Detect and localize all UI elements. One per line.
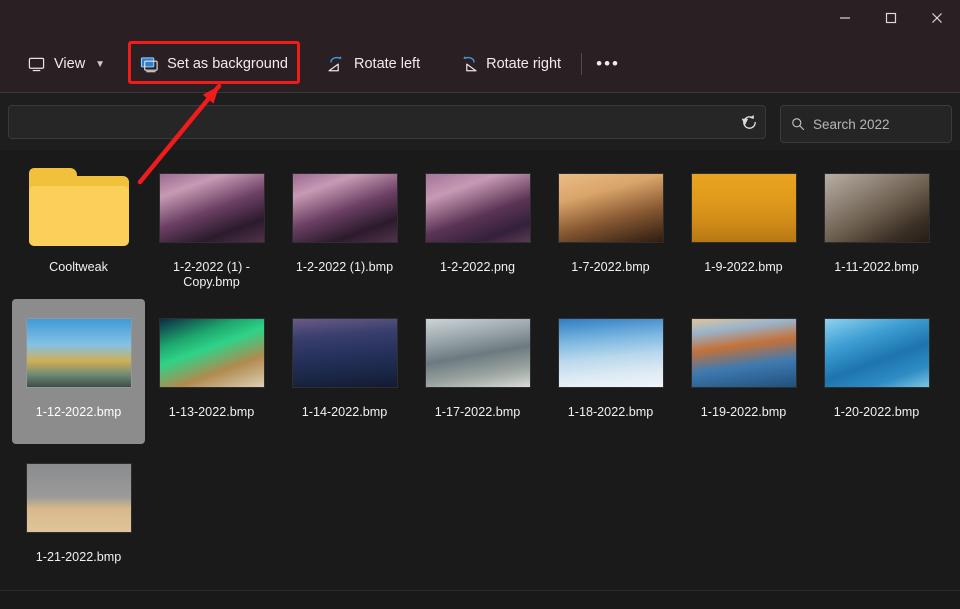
- thumbnail-wrapper: [27, 450, 131, 546]
- file-item[interactable]: 1-13-2022.bmp: [145, 299, 278, 444]
- file-item[interactable]: 1-18-2022.bmp: [544, 299, 677, 444]
- file-name-label: 1-11-2022.bmp: [814, 260, 940, 275]
- maximize-button[interactable]: [868, 0, 914, 36]
- command-toolbar: View ▼ Set as background Rotat: [0, 36, 960, 92]
- image-thumbnail: [426, 319, 530, 387]
- rotate-left-icon: [326, 54, 346, 74]
- title-bar: [0, 0, 960, 36]
- thumbnail-wrapper: [426, 160, 530, 256]
- image-thumbnail: [27, 464, 131, 532]
- file-name-label: 1-12-2022.bmp: [16, 405, 142, 420]
- close-button[interactable]: [914, 0, 960, 36]
- image-thumbnail: [160, 174, 264, 242]
- monitor-icon: [26, 54, 46, 74]
- refresh-icon: [741, 114, 758, 131]
- set-as-background-button[interactable]: Set as background: [127, 47, 300, 81]
- image-thumbnail: [692, 319, 796, 387]
- file-item[interactable]: 1-7-2022.bmp: [544, 154, 677, 299]
- thumbnail-wrapper: [559, 305, 663, 401]
- file-name-label: 1-14-2022.bmp: [282, 405, 408, 420]
- image-thumbnail: [426, 174, 530, 242]
- rotate-right-label: Rotate right: [486, 56, 561, 72]
- view-label: View: [54, 56, 85, 72]
- file-item[interactable]: 1-19-2022.bmp: [677, 299, 810, 444]
- search-input[interactable]: Search 2022: [813, 117, 890, 132]
- file-name-label: 1-2-2022 (1) - Copy.bmp: [149, 260, 275, 290]
- file-name-label: 1-20-2022.bmp: [814, 405, 940, 420]
- file-name-label: 1-17-2022.bmp: [415, 405, 541, 420]
- file-item[interactable]: 1-21-2022.bmp: [12, 444, 145, 589]
- file-item[interactable]: 1-2-2022 (1).bmp: [278, 154, 411, 299]
- thumbnail-wrapper: [692, 305, 796, 401]
- file-name-label: 1-21-2022.bmp: [16, 550, 142, 565]
- image-thumbnail: [27, 319, 131, 387]
- rotate-right-button[interactable]: Rotate right: [446, 47, 573, 81]
- image-thumbnail: [692, 174, 796, 242]
- view-button[interactable]: View ▼: [14, 47, 117, 81]
- minimize-icon: [839, 12, 851, 24]
- search-icon: [791, 117, 805, 131]
- file-item[interactable]: 1-12-2022.bmp: [12, 299, 145, 444]
- folder-item[interactable]: Cooltweak: [12, 154, 145, 299]
- rotate-left-button[interactable]: Rotate left: [314, 47, 432, 81]
- file-item[interactable]: 1-17-2022.bmp: [411, 299, 544, 444]
- thumbnail-wrapper: [692, 160, 796, 256]
- file-name-label: 1-2-2022 (1).bmp: [282, 260, 408, 275]
- thumbnail-wrapper: [27, 305, 131, 401]
- minimize-button[interactable]: [822, 0, 868, 36]
- image-thumbnail: [293, 174, 397, 242]
- file-item[interactable]: 1-9-2022.bmp: [677, 154, 810, 299]
- thumbnail-wrapper: [27, 160, 131, 256]
- image-thumbnail: [293, 319, 397, 387]
- thumbnail-wrapper: [160, 160, 264, 256]
- file-item[interactable]: 1-2-2022.png: [411, 154, 544, 299]
- address-bar[interactable]: ▼: [8, 105, 766, 139]
- thumbnail-wrapper: [293, 305, 397, 401]
- thumbnail-wrapper: [293, 160, 397, 256]
- image-thumbnail: [160, 319, 264, 387]
- file-name-label: 1-7-2022.bmp: [548, 260, 674, 275]
- set-as-background-label: Set as background: [167, 56, 288, 72]
- image-thumbnail: [559, 174, 663, 242]
- status-bar: [0, 590, 960, 609]
- file-name-label: Cooltweak: [16, 260, 142, 275]
- file-name-label: 1-19-2022.bmp: [681, 405, 807, 420]
- file-grid: Cooltweak 1-2-2022 (1) - Copy.bmp 1-2-2022…: [12, 154, 960, 589]
- file-item[interactable]: 1-2-2022 (1) - Copy.bmp: [145, 154, 278, 299]
- folder-icon: [29, 168, 129, 248]
- chevron-down-icon: ▼: [95, 59, 105, 70]
- file-name-label: 1-2-2022.png: [415, 260, 541, 275]
- thumbnail-wrapper: [825, 305, 929, 401]
- file-name-label: 1-13-2022.bmp: [149, 405, 275, 420]
- image-thumbnail: [825, 319, 929, 387]
- search-box[interactable]: Search 2022: [780, 105, 952, 143]
- toolbar-separator: [581, 53, 582, 75]
- file-item[interactable]: 1-14-2022.bmp: [278, 299, 411, 444]
- see-more-button[interactable]: •••: [590, 47, 626, 81]
- file-explorer-window: View ▼ Set as background Rotat: [0, 0, 960, 609]
- set-as-background-icon: [139, 54, 159, 74]
- file-item[interactable]: 1-11-2022.bmp: [810, 154, 943, 299]
- rotate-right-icon: [458, 54, 478, 74]
- thumbnail-wrapper: [559, 160, 663, 256]
- close-icon: [931, 12, 943, 24]
- thumbnail-wrapper: [160, 305, 264, 401]
- file-name-label: 1-18-2022.bmp: [548, 405, 674, 420]
- file-name-label: 1-9-2022.bmp: [681, 260, 807, 275]
- maximize-icon: [885, 12, 897, 24]
- file-list-view: Cooltweak 1-2-2022 (1) - Copy.bmp 1-2-2022…: [0, 150, 960, 590]
- refresh-button[interactable]: [735, 108, 763, 136]
- rotate-left-label: Rotate left: [354, 56, 420, 72]
- file-item[interactable]: 1-20-2022.bmp: [810, 299, 943, 444]
- image-thumbnail: [559, 319, 663, 387]
- thumbnail-wrapper: [426, 305, 530, 401]
- thumbnail-wrapper: [825, 160, 929, 256]
- image-thumbnail: [825, 174, 929, 242]
